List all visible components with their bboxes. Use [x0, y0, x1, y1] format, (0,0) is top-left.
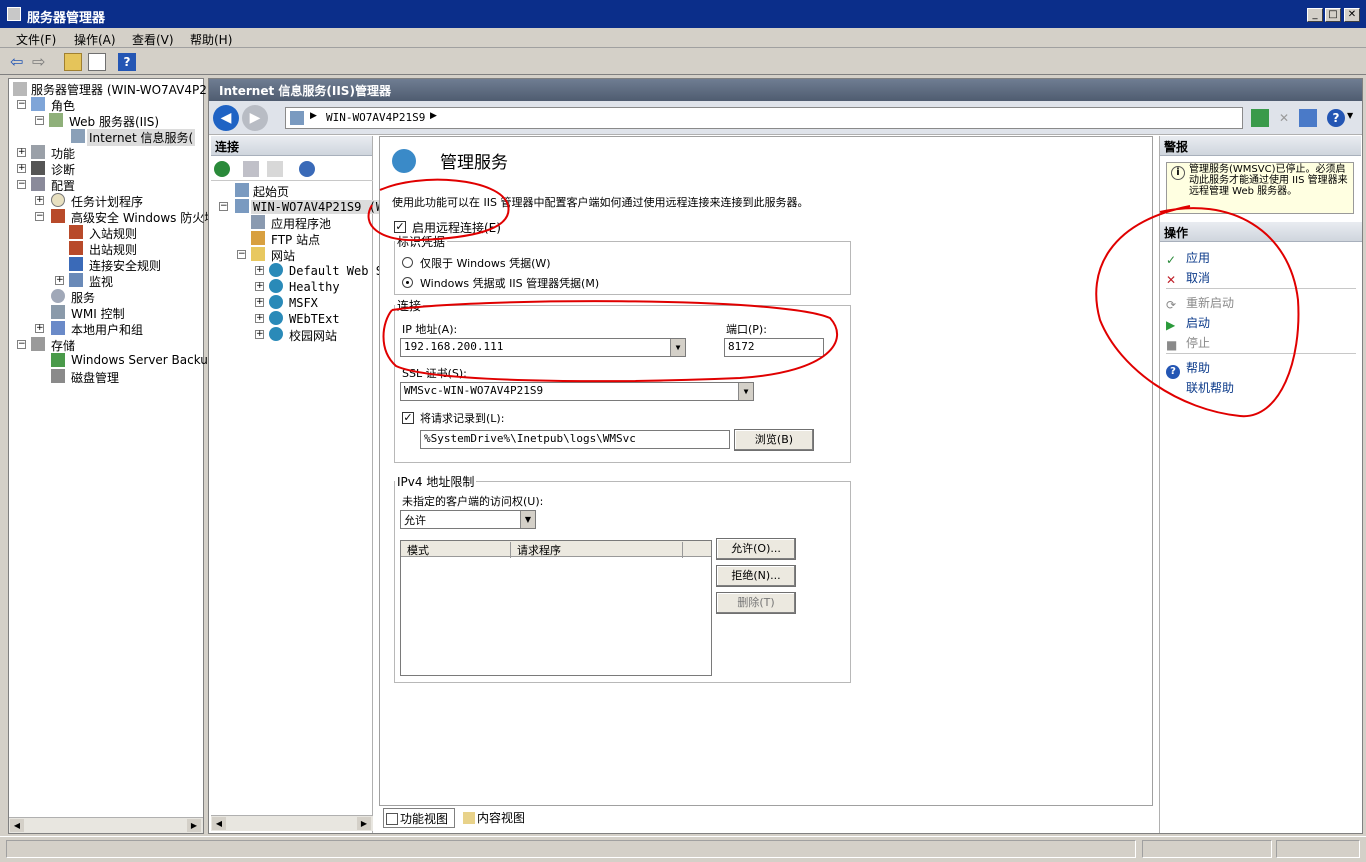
annotation-circle-enable-remote [367, 178, 510, 242]
red-annotations [367, 178, 1300, 418]
status-panel [6, 840, 1136, 858]
annotation-circle-actions [1095, 205, 1300, 418]
status-panel [1276, 840, 1360, 858]
status-panel [1142, 840, 1272, 858]
annotation-circle-connection [382, 300, 839, 383]
status-bar [0, 836, 1366, 862]
